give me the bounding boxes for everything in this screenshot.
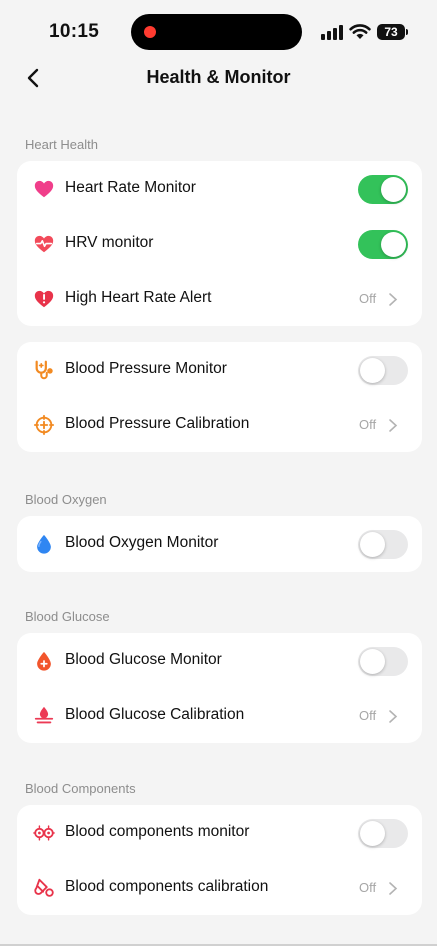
row-blood-pressure-calibration[interactable]: Blood Pressure Calibration Off <box>17 398 422 453</box>
chevron-right-icon <box>389 710 398 723</box>
heart-icon <box>34 180 54 198</box>
row-blood-pressure-monitor[interactable]: Blood Pressure Monitor <box>17 343 422 398</box>
chevron-right-icon <box>389 419 398 432</box>
calibration-icon <box>33 414 55 436</box>
row-high-heart-rate-alert[interactable]: High Heart Rate Alert Off <box>17 272 422 327</box>
row-blood-components-calibration[interactable]: Blood components calibration Off <box>17 861 422 916</box>
test-tube-icon <box>34 878 54 897</box>
chevron-right-icon <box>389 882 398 895</box>
cellular-signal-icon <box>321 24 345 40</box>
stethoscope-icon <box>35 360 53 380</box>
row-heart-rate-monitor[interactable]: Heart Rate Monitor <box>17 162 422 217</box>
card-heart-health: Heart Rate Monitor HRV monitor High Hear… <box>17 161 422 326</box>
toggle-knob <box>381 177 406 202</box>
blood-cells-icon <box>33 825 55 841</box>
row-blood-glucose-monitor[interactable]: Blood Glucose Monitor <box>17 634 422 689</box>
blood-pressure-calibration-value: Off <box>359 417 377 432</box>
row-label: HRV monitor <box>65 234 154 251</box>
row-label: Blood Glucose Monitor <box>65 651 222 668</box>
card-blood-components: Blood components monitor Blood component… <box>17 805 422 915</box>
row-blood-glucose-calibration[interactable]: Blood Glucose Calibration Off <box>17 689 422 744</box>
dynamic-island <box>131 14 302 50</box>
section-label-blood-components: Blood Components <box>25 781 136 796</box>
recording-indicator-icon <box>144 26 156 38</box>
heart-rate-monitor-toggle[interactable] <box>358 175 408 204</box>
toggle-knob <box>360 532 385 557</box>
section-label-heart-health: Heart Health <box>25 137 98 152</box>
row-label: High Heart Rate Alert <box>65 289 212 306</box>
row-label: Blood components monitor <box>65 823 250 840</box>
blood-glucose-calibration-value: Off <box>359 708 377 723</box>
wifi-icon <box>349 24 371 39</box>
blood-pressure-monitor-toggle[interactable] <box>358 356 408 385</box>
status-time: 10:15 <box>49 21 100 42</box>
card-blood-pressure: Blood Pressure Monitor Blood Pressure Ca… <box>17 342 422 452</box>
glucose-drop-icon <box>37 651 51 671</box>
status-bar: 10:15 73 <box>0 0 437 64</box>
toggle-knob <box>360 358 385 383</box>
card-blood-glucose: Blood Glucose Monitor Blood Glucose Cali… <box>17 633 422 743</box>
heart-alert-icon <box>34 290 54 308</box>
high-heart-rate-alert-value: Off <box>359 291 377 306</box>
battery-icon: 73 <box>377 24 405 40</box>
row-blood-oxygen-monitor[interactable]: Blood Oxygen Monitor <box>17 517 422 572</box>
row-hrv-monitor[interactable]: HRV monitor <box>17 217 422 272</box>
toggle-knob <box>381 232 406 257</box>
blood-components-calibration-value: Off <box>359 880 377 895</box>
toggle-knob <box>360 821 385 846</box>
page-title: Health & Monitor <box>146 67 291 87</box>
blood-oxygen-monitor-toggle[interactable] <box>358 530 408 559</box>
glucose-calibration-icon <box>34 706 54 724</box>
battery-cap <box>406 29 408 35</box>
chevron-right-icon <box>389 293 398 306</box>
heart-pulse-icon <box>34 235 54 253</box>
hrv-monitor-toggle[interactable] <box>358 230 408 259</box>
row-label: Blood Glucose Calibration <box>65 706 245 723</box>
row-label: Blood Pressure Calibration <box>65 415 250 432</box>
drop-icon <box>37 534 51 554</box>
section-label-blood-oxygen: Blood Oxygen <box>25 492 107 507</box>
row-label: Blood Pressure Monitor <box>65 360 227 377</box>
section-label-blood-glucose: Blood Glucose <box>25 609 110 624</box>
row-blood-components-monitor[interactable]: Blood components monitor <box>17 806 422 861</box>
blood-components-monitor-toggle[interactable] <box>358 819 408 848</box>
nav-bar: Health & Monitor <box>0 58 437 98</box>
row-label: Heart Rate Monitor <box>65 179 196 196</box>
row-label: Blood Oxygen Monitor <box>65 534 219 551</box>
card-blood-oxygen: Blood Oxygen Monitor <box>17 516 422 572</box>
toggle-knob <box>360 649 385 674</box>
blood-glucose-monitor-toggle[interactable] <box>358 647 408 676</box>
row-label: Blood components calibration <box>65 878 269 895</box>
